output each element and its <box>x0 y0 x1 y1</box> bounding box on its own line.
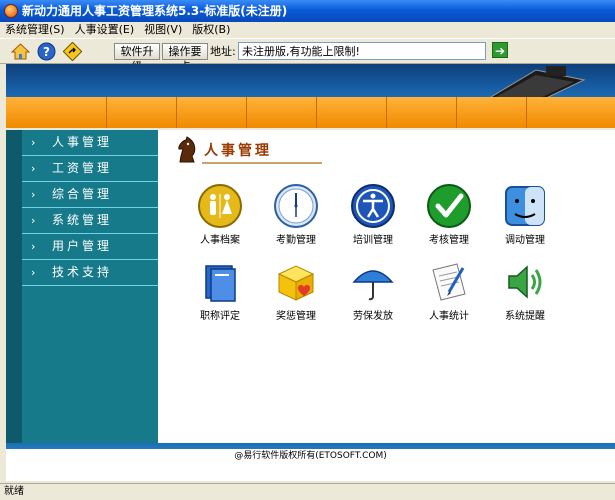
app-icon <box>4 4 18 18</box>
tile-transfer[interactable]: 调动管理 <box>489 184 561 247</box>
sidebar-item-system[interactable]: › 系统管理 <box>22 208 158 234</box>
speaker-icon <box>508 265 542 299</box>
help-icon[interactable]: ? <box>37 42 56 61</box>
tile-label: 考勤管理 <box>276 235 316 246</box>
tile-system-reminder[interactable]: 系统提醒 <box>489 260 561 323</box>
status-bar: 就绪 <box>0 483 615 500</box>
umbrella-icon <box>352 270 394 301</box>
svg-text:?: ? <box>43 45 50 59</box>
clock-icon <box>274 184 318 228</box>
upgrade-button[interactable]: 软件升级 <box>114 43 160 73</box>
direction-sign-icon[interactable] <box>62 41 83 62</box>
banner-divider <box>386 97 387 128</box>
section-header: 人事管理 <box>172 134 322 164</box>
main-content: 人事管理 人事档案 考勤管理 培训管理 考核管理 调动管理 职称评定 奖惩管理 … <box>158 130 615 443</box>
tile-reward-punishment[interactable]: 奖惩管理 <box>260 260 332 323</box>
chevron-right-icon: › <box>31 162 39 175</box>
tile-label: 系统提醒 <box>505 311 545 322</box>
status-text: 就绪 <box>4 486 24 497</box>
banner-divider <box>316 97 317 128</box>
guide-button[interactable]: 操作要点 <box>162 43 208 73</box>
sidebar-item-label: 综合管理 <box>52 187 113 201</box>
menu-bar: 系统管理(S) 人事设置(E) 视图(V) 版权(B) <box>0 22 615 38</box>
window-title: 新动力通用人事工资管理系统5.3-标准版(未注册) <box>22 4 288 18</box>
tile-hr-archive[interactable]: 人事档案 <box>184 184 256 247</box>
tile-label: 调动管理 <box>505 235 545 246</box>
finder-icon <box>505 186 545 226</box>
menu-view[interactable]: 视图(V) <box>139 22 187 38</box>
checkmark-icon <box>427 184 471 228</box>
copyright-text: @易行软件版权所有(ETOSOFT.COM) <box>6 449 615 467</box>
sidebar-item-label: 工资管理 <box>52 161 113 175</box>
menu-hr-settings[interactable]: 人事设置(E) <box>70 22 140 38</box>
menu-copyright[interactable]: 版权(B) <box>187 22 235 38</box>
app-window: 新动力通用人事工资管理系统5.3-标准版(未注册) 系统管理(S) 人事设置(E)… <box>0 0 615 500</box>
tile-label: 奖惩管理 <box>276 311 316 322</box>
address-label: 地址: <box>210 45 236 58</box>
header-banner <box>6 64 615 128</box>
chevron-right-icon: › <box>31 188 39 201</box>
sidebar-item-label: 技术支持 <box>52 265 113 279</box>
sidebar-item-label: 系统管理 <box>52 213 113 227</box>
banner-divider <box>526 97 527 128</box>
title-bar[interactable]: 新动力通用人事工资管理系统5.3-标准版(未注册) <box>0 0 615 22</box>
tile-hr-statistics[interactable]: 人事统计 <box>413 260 485 323</box>
toolbar: ? 软件升级 操作要点 地址: ➔ <box>0 38 615 73</box>
tile-label: 人事档案 <box>200 235 240 246</box>
sidebar-item-label: 人事管理 <box>52 135 113 149</box>
tile-training[interactable]: 培训管理 <box>337 184 409 247</box>
chevron-right-icon: › <box>31 214 39 227</box>
tile-label: 培训管理 <box>353 235 393 246</box>
gift-box-icon <box>277 265 315 301</box>
home-icon[interactable] <box>10 42 31 61</box>
banner-tab-strip <box>6 97 615 128</box>
tile-label: 劳保发放 <box>353 311 393 322</box>
sidebar-item-hr[interactable]: › 人事管理 <box>22 130 158 156</box>
go-arrow-icon[interactable]: ➔ <box>492 42 508 58</box>
tile-attendance[interactable]: 考勤管理 <box>260 184 332 247</box>
tile-assessment[interactable]: 考核管理 <box>413 184 485 247</box>
tile-label: 人事统计 <box>429 311 469 322</box>
sidebar-item-salary[interactable]: › 工资管理 <box>22 156 158 182</box>
chess-knight-icon <box>178 136 196 163</box>
accessibility-icon <box>351 184 395 228</box>
tile-label: 考核管理 <box>429 235 469 246</box>
menu-system[interactable]: 系统管理(S) <box>0 22 70 38</box>
books-icon <box>205 265 236 302</box>
sidebar-item-users[interactable]: › 用户管理 <box>22 234 158 260</box>
restroom-icon <box>198 184 242 228</box>
sidebar-item-support[interactable]: › 技术支持 <box>22 260 158 286</box>
banner-divider <box>176 97 177 128</box>
tile-labor-insurance[interactable]: 劳保发放 <box>337 260 409 323</box>
sidebar-item-label: 用户管理 <box>52 239 113 253</box>
banner-divider <box>246 97 247 128</box>
tile-title-evaluation[interactable]: 职称评定 <box>184 260 256 323</box>
sidebar-item-general[interactable]: › 综合管理 <box>22 182 158 208</box>
section-title: 人事管理 <box>204 143 272 159</box>
sidebar: › 人事管理 › 工资管理 › 综合管理 › 系统管理 › 用户管理 › 技术支持 <box>22 130 158 443</box>
chevron-right-icon: › <box>31 136 39 149</box>
tile-label: 职称评定 <box>200 311 240 322</box>
left-strip <box>6 130 22 443</box>
chevron-right-icon: › <box>31 266 39 279</box>
document-pen-icon <box>432 263 466 301</box>
footer-spacer <box>6 467 615 481</box>
title-underline <box>202 162 322 164</box>
chevron-right-icon: › <box>31 240 39 253</box>
banner-divider <box>106 97 107 128</box>
banner-divider <box>456 97 457 128</box>
address-input[interactable] <box>238 42 486 60</box>
